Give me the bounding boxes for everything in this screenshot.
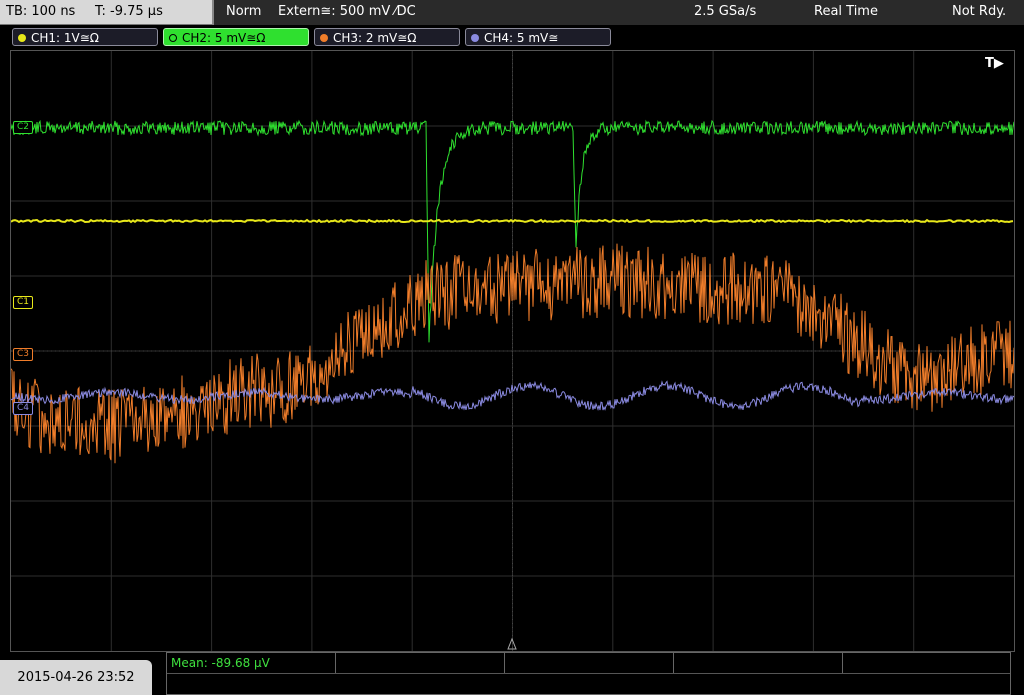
realtime-label: Real Time <box>814 4 878 19</box>
acq-mode-label[interactable]: Norm <box>226 0 261 24</box>
channel-bar: CH1: 1V≅Ω CH2: 5 mV≅Ω CH3: 2 mV≅Ω CH4: 5… <box>0 25 1024 48</box>
timebase-label: TB: 100 ns <box>6 4 76 19</box>
ch4-marker-label: C4 <box>17 403 30 413</box>
ch1-label: CH1: 1V≅Ω <box>31 31 99 45</box>
measurement-cell[interactable] <box>505 653 674 673</box>
measurement-panel[interactable]: Mean: -89.68 µV <box>166 652 1011 695</box>
waveform-display[interactable]: T▶ C1 C2 C3 C4 <box>10 50 1015 652</box>
trigger-label[interactable]: Extern≅: 500 mV ⁄DC <box>278 0 416 24</box>
trigger-marker-icon[interactable]: T▶ <box>985 56 1004 71</box>
ch3-label: CH3: 2 mV≅Ω <box>333 31 417 45</box>
datetime-box: 2015-04-26 23:52 <box>0 660 152 695</box>
ch2-dot-icon <box>169 34 177 42</box>
ch2-marker-label: C2 <box>17 122 30 132</box>
measurement-cell[interactable] <box>843 653 1010 673</box>
ch2-label: CH2: 5 mV≅Ω <box>182 31 266 45</box>
sample-rate-label: 2.5 GSa/s <box>694 4 757 19</box>
ch2-offset-marker[interactable]: C2 <box>13 121 34 134</box>
trigger-status-label: Not Rdy. <box>952 4 1007 19</box>
ch1-waveform <box>11 218 1014 224</box>
ch3-offset-marker[interactable]: C3 <box>13 348 34 361</box>
status-bar: TB: 100 ns T: -9.75 µs Norm Extern≅: 500… <box>0 0 1024 25</box>
timebase-box[interactable]: TB: 100 ns T: -9.75 µs <box>0 0 214 25</box>
channel-2-tab[interactable]: CH2: 5 mV≅Ω <box>163 28 309 46</box>
ch3-marker-label: C3 <box>17 349 30 359</box>
measurement-cell[interactable]: Mean: -89.68 µV <box>167 653 336 673</box>
measurement-cell[interactable] <box>336 653 505 673</box>
ch3-dot-icon <box>320 34 328 42</box>
channel-3-tab[interactable]: CH3: 2 mV≅Ω <box>314 28 460 46</box>
waveform-canvas[interactable]: T▶ <box>11 51 1014 651</box>
ch4-dot-icon <box>471 34 479 42</box>
measurement-cell[interactable] <box>674 653 843 673</box>
ch1-offset-marker[interactable]: C1 <box>13 296 34 309</box>
trigger-time-label: T: -9.75 µs <box>95 4 163 19</box>
ch1-dot-icon <box>18 34 26 42</box>
ch1-marker-label: C1 <box>17 297 30 307</box>
ch4-offset-marker[interactable]: C4 <box>13 402 34 415</box>
ch4-label: CH4: 5 mV≅ <box>484 31 559 45</box>
channel-1-tab[interactable]: CH1: 1V≅Ω <box>12 28 158 46</box>
measurement-divider <box>167 673 1010 674</box>
mean-measurement: Mean: -89.68 µV <box>171 656 270 670</box>
channel-4-tab[interactable]: CH4: 5 mV≅ <box>465 28 611 46</box>
